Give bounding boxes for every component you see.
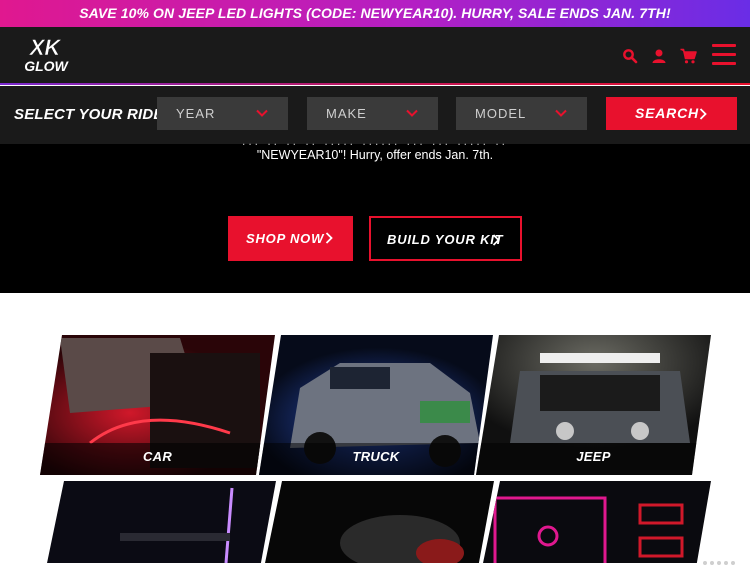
category-label-car: CAR (142, 449, 173, 464)
cart-icon[interactable] (680, 48, 697, 64)
category-tile-accessories[interactable] (480, 478, 715, 563)
category-tile-utv[interactable] (40, 478, 280, 563)
chevron-right-icon (699, 108, 707, 120)
shop-now-button[interactable]: SHOP NOW (228, 216, 353, 261)
ride-selector-label: SELECT YOUR RIDE: (14, 106, 169, 123)
hero-partial-text: ... .. .. .. ..... ...... ... ... ..... … (241, 134, 509, 148)
shop-now-label: SHOP NOW (246, 231, 325, 246)
account-icon[interactable] (651, 48, 667, 64)
search-button[interactable]: SEARCH (606, 97, 737, 130)
build-your-kit-label: BUILD YOUR KIT (387, 232, 504, 247)
category-truck-link[interactable]: TRUCK (259, 335, 493, 475)
build-your-kit-button[interactable]: BUILD YOUR KIT (369, 216, 522, 261)
make-select-value: MAKE (326, 106, 367, 121)
hero-text: "NEWYEAR10"! Hurry, offer ends Jan. 7th. (256, 148, 494, 162)
chevron-down-icon (256, 109, 268, 117)
svg-text:GLOW: GLOW (24, 58, 69, 74)
chevron-right-icon (492, 234, 500, 246)
category-label-jeep: JEEP (576, 449, 611, 464)
category-car-link[interactable]: CAR (40, 335, 275, 475)
carousel-dots[interactable] (703, 552, 748, 565)
search-button-label: SEARCH (635, 105, 699, 121)
search-icon[interactable] (622, 48, 638, 64)
year-select-value: YEAR (176, 106, 216, 121)
category-grid: CAR TRUCK JEEP (0, 293, 750, 563)
site-header: XK GLOW (0, 27, 750, 85)
xk-glow-logo[interactable]: XK GLOW (13, 35, 77, 75)
model-select[interactable]: MODEL (456, 97, 587, 130)
category-label-truck: TRUCK (352, 449, 400, 464)
category-tile-motorcycle[interactable] (260, 478, 500, 563)
model-select-value: MODEL (475, 106, 527, 121)
promo-banner[interactable]: SAVE 10% ON JEEP LED LIGHTS (CODE: NEWYE… (0, 0, 750, 27)
hero-section: ... .. .. .. ..... ...... ... ... ..... … (0, 134, 750, 293)
chevron-right-icon (325, 232, 333, 244)
category-jeep-link[interactable]: JEEP (476, 335, 711, 475)
year-select[interactable]: YEAR (157, 97, 288, 130)
chevron-down-icon (406, 109, 418, 117)
make-select[interactable]: MAKE (307, 97, 438, 130)
menu-icon[interactable] (712, 44, 736, 66)
chevron-down-icon (555, 109, 567, 117)
svg-text:XK: XK (28, 35, 63, 60)
